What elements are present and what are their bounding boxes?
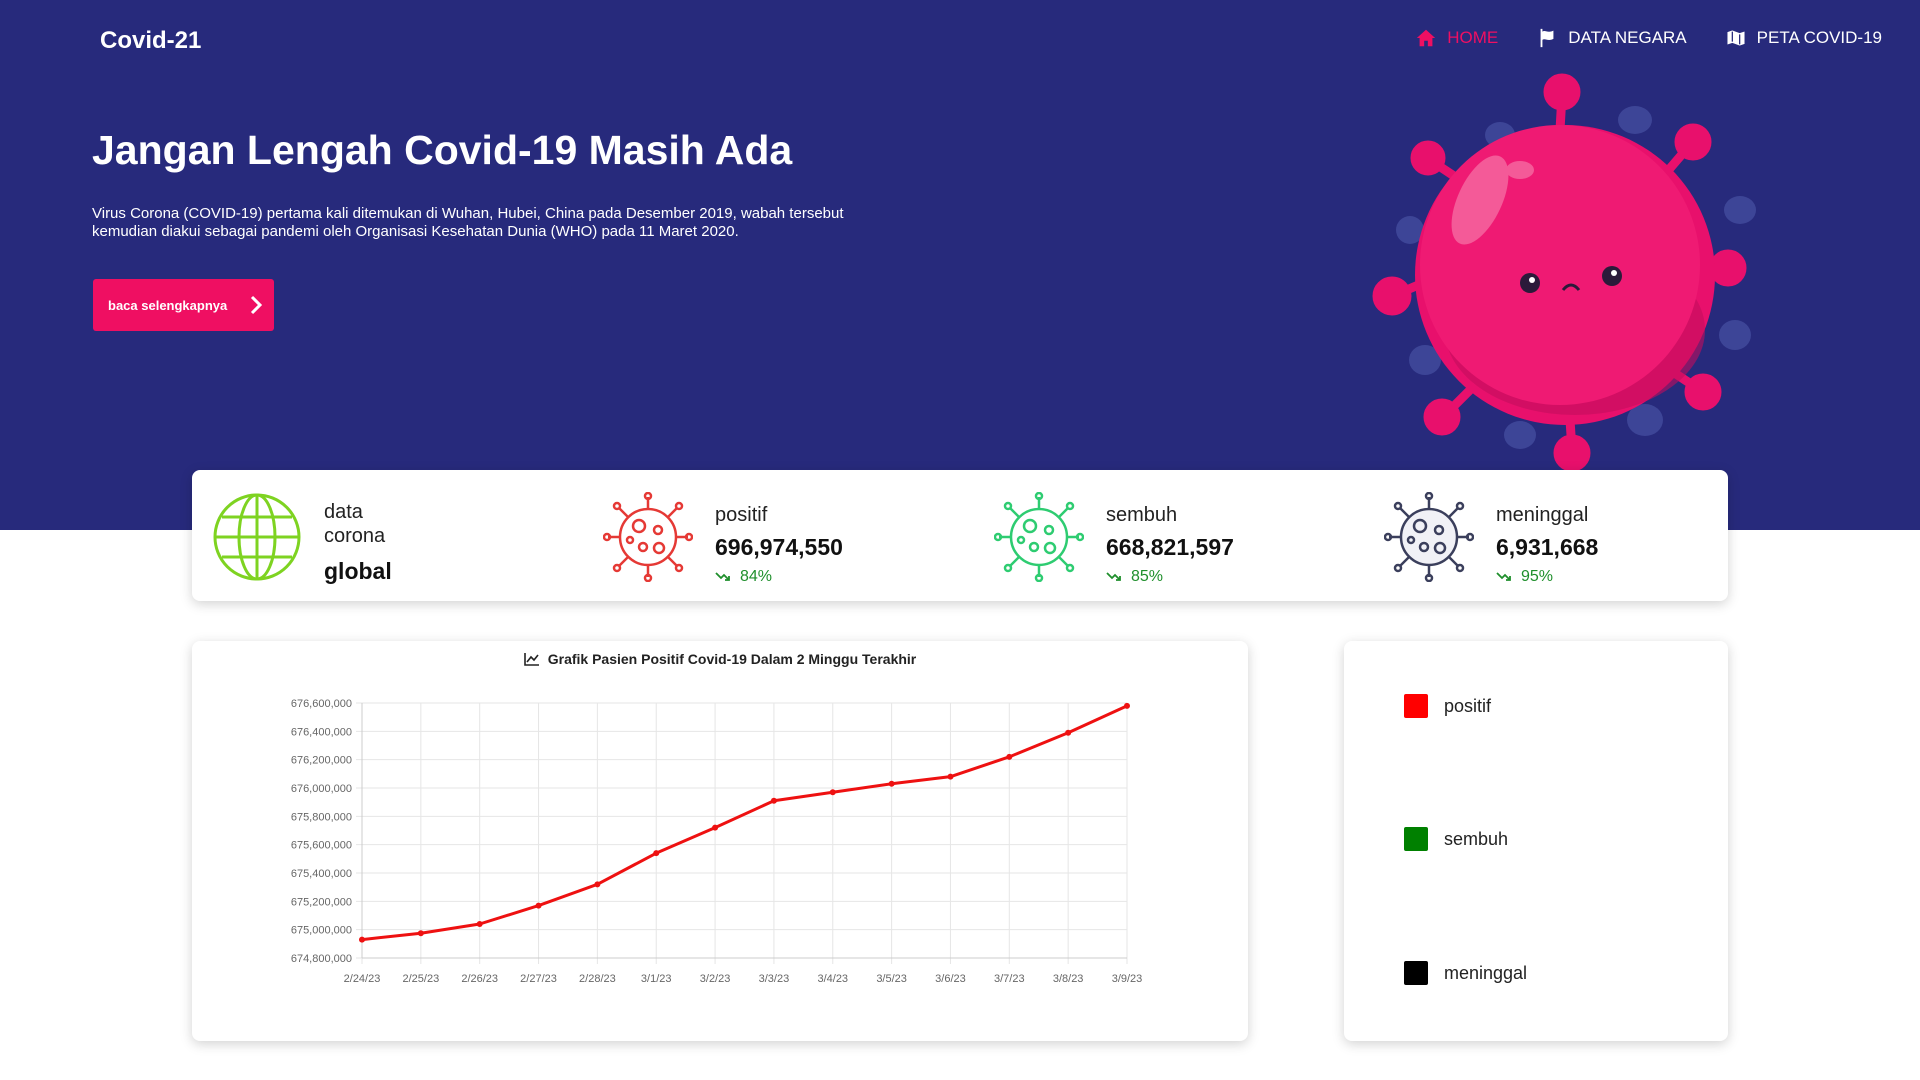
data-point xyxy=(1065,729,1072,736)
legend-card: positif sembuh meninggal xyxy=(1344,641,1728,1041)
data-point xyxy=(770,797,777,804)
x-tick-label: 3/7/23 xyxy=(994,973,1025,985)
data-point xyxy=(888,780,895,787)
global-label-data: data xyxy=(324,501,363,523)
legend-swatch-positif xyxy=(1404,694,1428,718)
data-point xyxy=(417,930,424,937)
x-tick-label: 2/25/23 xyxy=(402,973,439,985)
sembuh-pct-text: 85% xyxy=(1131,568,1164,585)
chevron-right-icon xyxy=(251,295,263,315)
nav-item-data-negara[interactable]: DATA NEGARA xyxy=(1536,27,1687,49)
legend-label-sembuh: sembuh xyxy=(1444,828,1509,849)
x-tick-label: 2/28/23 xyxy=(579,973,616,985)
stat-meninggal: meninggal 6,931,668 95% xyxy=(1384,492,1714,585)
hero-banner: Covid-21 HOME DATA NEGARA PETA COVID-19 … xyxy=(0,0,1920,530)
y-tick-label: 676,600,000 xyxy=(291,698,352,710)
legend-swatch-sembuh xyxy=(1404,827,1428,851)
meninggal-label: meninggal xyxy=(1496,504,1589,526)
nav-item-label: HOME xyxy=(1447,28,1499,47)
y-tick-label: 676,200,000 xyxy=(291,755,352,767)
x-tick-label: 3/3/23 xyxy=(759,973,790,985)
y-tick-label: 676,400,000 xyxy=(291,726,352,738)
y-tick-label: 675,600,000 xyxy=(291,840,352,852)
legend-label-positif: positif xyxy=(1444,695,1492,716)
positif-line-chart: 676,600,000 676,400,000 676,200,000 676,000… xyxy=(291,698,1143,985)
data-point xyxy=(829,789,836,796)
data-point xyxy=(947,773,954,780)
x-tick-label: 3/9/23 xyxy=(1112,973,1143,985)
legend-swatch-meninggal xyxy=(1404,961,1428,985)
y-tick-label: 675,400,000 xyxy=(291,868,352,880)
hero-description: Virus Corona (COVID-19) pertama kali dit… xyxy=(92,205,844,240)
data-point xyxy=(476,921,483,927)
y-tick-label: 675,000,000 xyxy=(291,925,352,937)
virus-illustration xyxy=(1372,73,1756,470)
x-tick-label: 3/4/23 xyxy=(817,973,848,985)
y-tick-label: 675,200,000 xyxy=(291,896,352,908)
series-line xyxy=(361,704,1128,942)
top-nav: HOME DATA NEGARA PETA COVID-19 xyxy=(1415,27,1882,49)
map-icon xyxy=(1725,29,1746,47)
x-tick-label: 2/24/23 xyxy=(344,973,381,985)
flag-icon xyxy=(1540,28,1554,48)
home-icon xyxy=(1417,29,1436,47)
meninggal-pct-text: 95% xyxy=(1521,568,1554,585)
positif-percentage: 84% xyxy=(715,568,772,586)
positif-label: positif xyxy=(715,504,768,526)
legend-label-meninggal: meninggal xyxy=(1444,962,1528,983)
brand-logo[interactable]: Covid-21 xyxy=(100,27,201,55)
x-tick-label: 3/5/23 xyxy=(876,973,907,985)
nav-item-home[interactable]: HOME xyxy=(1415,27,1498,49)
data-point xyxy=(359,936,365,943)
y-tick-label: 676,000,000 xyxy=(291,783,352,795)
virus-red-icon xyxy=(603,492,693,582)
y-tick-label: 674,800,000 xyxy=(291,953,352,965)
globe-icon xyxy=(213,493,301,581)
positif-value: 696,974,550 xyxy=(715,534,843,560)
stat-global: data corona global xyxy=(212,492,552,584)
data-point xyxy=(594,881,601,888)
stat-positif: positif 696,974,550 84% xyxy=(603,492,943,585)
legend-item-sembuh[interactable]: sembuh xyxy=(1404,827,1508,851)
meninggal-percentage: 95% xyxy=(1496,568,1553,586)
x-tick-label: 3/8/23 xyxy=(1053,973,1084,985)
hero-title: Jangan Lengah Covid-19 Masih Ada xyxy=(92,127,793,173)
x-tick-label: 3/1/23 xyxy=(641,973,672,985)
sembuh-percentage: 85% xyxy=(1106,568,1163,586)
x-tick-label: 2/27/23 xyxy=(520,973,557,985)
read-more-button[interactable]: baca selengkapnya xyxy=(93,279,274,331)
virus-dark-icon xyxy=(1384,492,1474,582)
data-point xyxy=(535,902,542,909)
data-point xyxy=(653,850,660,857)
data-point xyxy=(712,824,719,831)
global-label-global: global xyxy=(324,558,392,584)
stat-sembuh: sembuh 668,821,597 85% xyxy=(994,492,1334,585)
sembuh-value: 668,821,597 xyxy=(1106,534,1234,560)
x-tick-label: 3/2/23 xyxy=(700,973,731,985)
y-tick-label: 675,800,000 xyxy=(291,811,352,823)
meninggal-value: 6,931,668 xyxy=(1496,534,1599,560)
stats-card: data corona global positif 696,974,550 8… xyxy=(192,470,1728,601)
legend-item-meninggal[interactable]: meninggal xyxy=(1404,961,1527,985)
chart-card: Grafik Pasien Positif Covid-19 Dalam 2 M… xyxy=(192,641,1248,1041)
data-point xyxy=(1124,702,1130,709)
trend-down-icon xyxy=(715,572,730,581)
x-tick-label: 2/26/23 xyxy=(461,973,498,985)
global-label-corona: corona xyxy=(324,525,386,547)
x-tick-label: 3/6/23 xyxy=(935,973,966,985)
trend-down-icon xyxy=(1496,572,1511,581)
sembuh-label: sembuh xyxy=(1106,504,1178,526)
nav-item-peta-covid[interactable]: PETA COVID-19 xyxy=(1725,27,1882,49)
legend-item-positif[interactable]: positif xyxy=(1404,694,1491,718)
nav-item-label: DATA NEGARA xyxy=(1568,28,1687,47)
data-point xyxy=(1006,753,1013,760)
read-more-label: baca selengkapnya xyxy=(108,297,228,313)
nav-item-label: PETA COVID-19 xyxy=(1756,28,1882,47)
trend-down-icon xyxy=(1106,572,1121,581)
positif-pct-text: 84% xyxy=(740,568,773,585)
virus-green-icon xyxy=(994,492,1084,582)
